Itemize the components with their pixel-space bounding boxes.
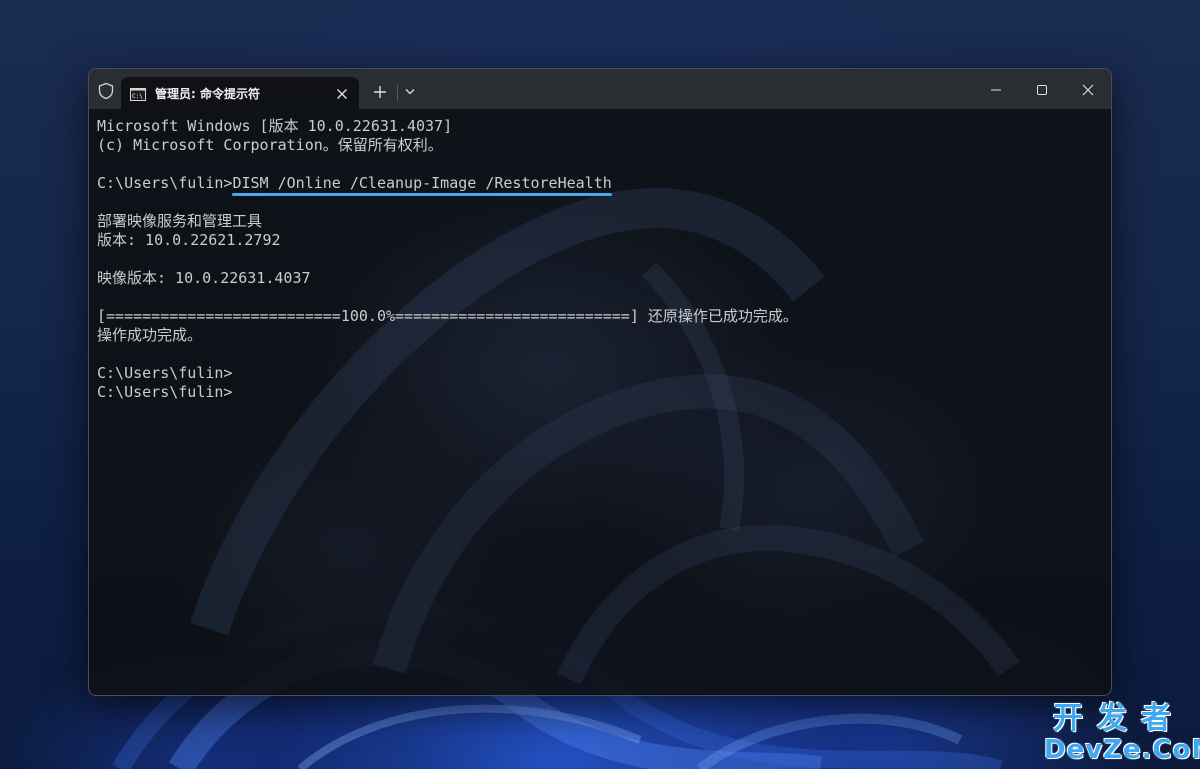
- terminal-line: C:\Users\fulin>: [97, 364, 233, 382]
- chevron-down-icon[interactable]: [402, 83, 418, 99]
- plus-icon[interactable]: [369, 81, 391, 103]
- progress-line: [==========================100.0%=======…: [97, 307, 798, 325]
- close-window-icon: [1082, 84, 1094, 96]
- tab-divider: [397, 85, 398, 101]
- title-bar: C:\ 管理员: 命令提示符: [89, 69, 1111, 109]
- terminal-line: Microsoft Windows [版本 10.0.22631.4037]: [97, 117, 453, 135]
- terminal-line: 部署映像服务和管理工具: [97, 212, 263, 230]
- terminal-output[interactable]: Microsoft Windows [版本 10.0.22631.4037] (…: [97, 117, 1103, 687]
- highlighted-command: DISM /Online /Cleanup-Image /RestoreHeal…: [232, 174, 612, 196]
- close-icon[interactable]: [335, 86, 349, 100]
- command-highlight-underline: [232, 193, 612, 196]
- terminal-command-line: C:\Users\fulin>DISM /Online /Cleanup-Ima…: [97, 174, 1103, 196]
- close-window-button[interactable]: [1065, 77, 1111, 103]
- watermark-cn: 开发者: [1053, 701, 1185, 736]
- terminal-window: C:\ 管理员: 命令提示符 Microsoft Windows [版本 10.…: [88, 68, 1112, 696]
- maximize-icon: [1037, 85, 1047, 95]
- maximize-button[interactable]: [1019, 77, 1065, 103]
- svg-text:C:\: C:\: [132, 93, 143, 100]
- command-prompt: C:\Users\fulin>: [97, 174, 233, 192]
- tab-title: 管理员: 命令提示符: [155, 87, 260, 101]
- tab-admin-command-prompt[interactable]: C:\ 管理员: 命令提示符: [121, 77, 359, 109]
- minimize-button[interactable]: [973, 77, 1019, 103]
- terminal-line: (c) Microsoft Corporation。保留所有权利。: [97, 136, 443, 154]
- watermark-logo: 开发者 DevZe.CoM: [1044, 701, 1200, 765]
- terminal-line: 操作成功完成。: [97, 326, 203, 344]
- terminal-line: 映像版本: 10.0.22631.4037: [97, 269, 311, 287]
- terminal-line: 版本: 10.0.22621.2792: [97, 231, 281, 249]
- command-text: DISM /Online /Cleanup-Image /RestoreHeal…: [232, 174, 612, 192]
- shield-icon: [97, 82, 115, 100]
- cmd-icon: C:\: [130, 86, 146, 101]
- minimize-icon: [991, 89, 1001, 91]
- watermark-en: DevZe.CoM: [1044, 735, 1200, 765]
- terminal-prompt-line: C:\Users\fulin>: [97, 383, 233, 401]
